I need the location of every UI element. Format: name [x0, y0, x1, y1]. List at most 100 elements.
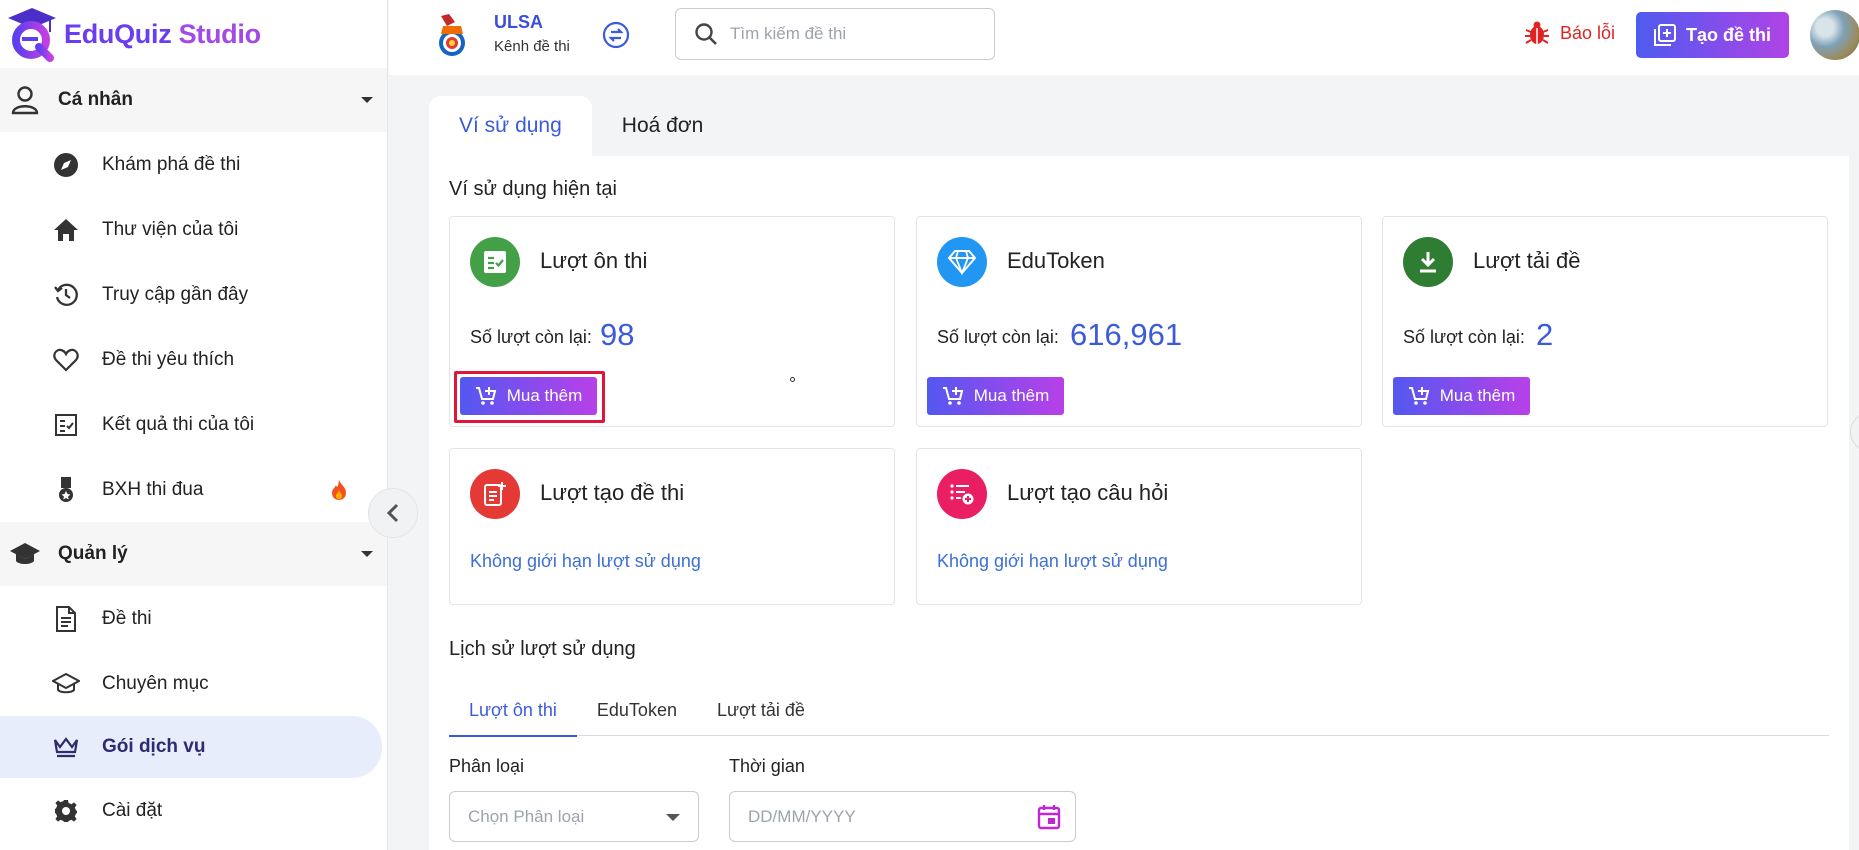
card-title: Lượt tải đề [1473, 248, 1581, 273]
app-name: EduQuiz Studio [64, 18, 261, 49]
channel-name[interactable]: ULSA [494, 12, 543, 33]
diamond-icon [937, 237, 987, 287]
home-icon [52, 216, 80, 244]
sidebar-item-recent[interactable]: Truy cập gần đây [0, 262, 387, 327]
note-add-icon [470, 469, 520, 519]
checklist-icon [470, 237, 520, 287]
sidebar-item-leaderboard[interactable]: BXH thi đua [0, 457, 387, 522]
right-drawer-handle[interactable] [1850, 412, 1859, 452]
filter-time-label: Thời gian [729, 756, 805, 776]
checklist-icon [52, 411, 80, 439]
sidebar-item-label: Khám phá đề thi [102, 153, 241, 175]
chevron-left-icon [386, 503, 399, 523]
sidebar-item-label: Đề thi yêu thích [102, 348, 235, 370]
sidebar-item-label: Chuyên mục [102, 672, 209, 694]
channel-subtitle: Kênh đề thi [494, 38, 570, 55]
report-bug-label: Báo lỗi [1560, 22, 1616, 43]
search-box[interactable] [675, 8, 995, 60]
card-edutoken: EduToken Số lượt còn lại: 616,961 Mua th… [916, 216, 1362, 427]
buy-more-button[interactable]: Mua thêm [927, 377, 1064, 415]
tab-wallet[interactable]: Ví sử dụng [429, 96, 592, 156]
sidebar-item-explore[interactable]: Khám phá đề thi [0, 132, 387, 197]
filter-type-label: Phân loại [449, 756, 525, 776]
remaining-value: 616,961 [1070, 317, 1183, 352]
current-wallet-title: Ví sử dụng hiện tại [449, 178, 617, 200]
eduquiz-logo-icon [6, 6, 58, 62]
remaining-label: Số lượt còn lại: [1403, 327, 1525, 347]
chevron-down-icon [361, 97, 373, 103]
document-icon [52, 605, 80, 633]
filter-date-input[interactable]: DD/MM/YYYY [729, 791, 1076, 842]
sidebar-item-label: Thư viện của tôi [102, 218, 239, 240]
filter-date-placeholder: DD/MM/YYYY [748, 806, 856, 826]
search-input[interactable] [730, 24, 970, 44]
wallet-panel: Ví sử dụng hiện tại Lượt ôn thi Số lượt … [429, 156, 1849, 850]
create-exam-button[interactable]: Tạo đề thi [1636, 12, 1789, 58]
sidebar-item-results[interactable]: Kết quả thi của tôi [0, 392, 387, 457]
card-title: Lượt ôn thi [540, 248, 648, 273]
sidebar-item-categories[interactable]: Chuyên mục [0, 651, 387, 716]
channel-logo[interactable] [433, 12, 471, 62]
sidebar-item-exams[interactable]: Đề thi [0, 586, 387, 651]
sidebar-item-label: Đề thi [102, 607, 152, 629]
highlight-box [454, 371, 605, 423]
list-add-icon [937, 469, 987, 519]
sidebar-item-library[interactable]: Thư viện của tôi [0, 197, 387, 262]
chevron-down-icon [666, 814, 680, 821]
graduation-cap-icon [8, 537, 42, 571]
cart-add-icon [942, 387, 963, 405]
remaining-label: Số lượt còn lại: [470, 327, 592, 347]
remaining-value: 98 [600, 317, 635, 352]
history-title: Lịch sử lượt sử dụng [449, 638, 636, 660]
collapse-sidebar-button[interactable] [368, 488, 418, 538]
sidebar-item-label: BXH thi đua [102, 478, 204, 500]
filter-type-select[interactable]: Chọn Phân loại [449, 791, 699, 842]
history-icon [52, 281, 80, 309]
switch-channel-icon[interactable] [602, 21, 630, 54]
card-title: EduToken [1007, 248, 1105, 273]
compass-icon [52, 151, 80, 179]
cursor-dot [790, 377, 795, 382]
wallet-tabs: Ví sử dụng Hoá đơn [429, 96, 733, 156]
sidebar-item-settings[interactable]: Cài đặt [0, 778, 387, 843]
report-bug-button[interactable]: Báo lỗi [1524, 20, 1615, 46]
section-personal-label: Cá nhân [58, 89, 133, 110]
tab-invoice[interactable]: Hoá đơn [592, 96, 734, 156]
sidebar-item-service-packages[interactable]: Gói dịch vụ [0, 716, 382, 778]
buy-more-button[interactable]: Mua thêm [1393, 377, 1530, 415]
filter-type-placeholder: Chọn Phân loại [468, 806, 585, 826]
fire-icon [331, 479, 347, 506]
crown-icon [52, 733, 80, 761]
history-tabs: Lượt ôn thi EduToken Lượt tải đề [449, 684, 1829, 737]
sidebar: EduQuiz Studio Cá nhân Khám phá đề thi T… [0, 0, 388, 850]
heart-icon [52, 346, 80, 374]
tab-edutoken[interactable]: EduToken [577, 684, 697, 736]
card-title: Lượt tạo câu hỏi [1007, 480, 1169, 505]
create-exam-label: Tạo đề thi [1686, 24, 1771, 45]
section-personal[interactable]: Cá nhân [0, 68, 387, 132]
avatar[interactable] [1810, 10, 1859, 60]
buy-more-label: Mua thêm [1439, 386, 1516, 405]
bug-icon [1525, 21, 1549, 44]
add-box-icon [1654, 24, 1676, 46]
card-create-exam-turns: Lượt tạo đề thi Không giới hạn lượt sử d… [449, 448, 895, 605]
gear-icon [52, 797, 80, 825]
medal-icon [52, 476, 80, 504]
tab-review-turns[interactable]: Lượt ôn thi [449, 684, 577, 737]
download-icon [1403, 237, 1453, 287]
sidebar-item-favorites[interactable]: Đề thi yêu thích [0, 327, 387, 392]
card-download-turns: Lượt tải đề Số lượt còn lại: 2 Mua thêm [1382, 216, 1828, 427]
sidebar-item-label: Cài đặt [102, 799, 163, 821]
section-manage[interactable]: Quản lý [0, 522, 387, 586]
user-icon [8, 83, 42, 117]
sidebar-item-label: Gói dịch vụ [102, 736, 206, 757]
calendar-icon[interactable] [1037, 804, 1061, 835]
sidebar-item-label: Truy cập gần đây [102, 283, 249, 305]
tab-download-turns[interactable]: Lượt tải đề [697, 684, 825, 736]
unlimited-label: Không giới hạn lượt sử dụng [937, 551, 1168, 571]
buy-more-label: Mua thêm [973, 386, 1050, 405]
remaining-value: 2 [1536, 317, 1554, 352]
app-logo[interactable]: EduQuiz Studio [0, 0, 387, 68]
graduation-cap-icon [52, 670, 80, 698]
card-create-question-turns: Lượt tạo câu hỏi Không giới hạn lượt sử … [916, 448, 1362, 605]
